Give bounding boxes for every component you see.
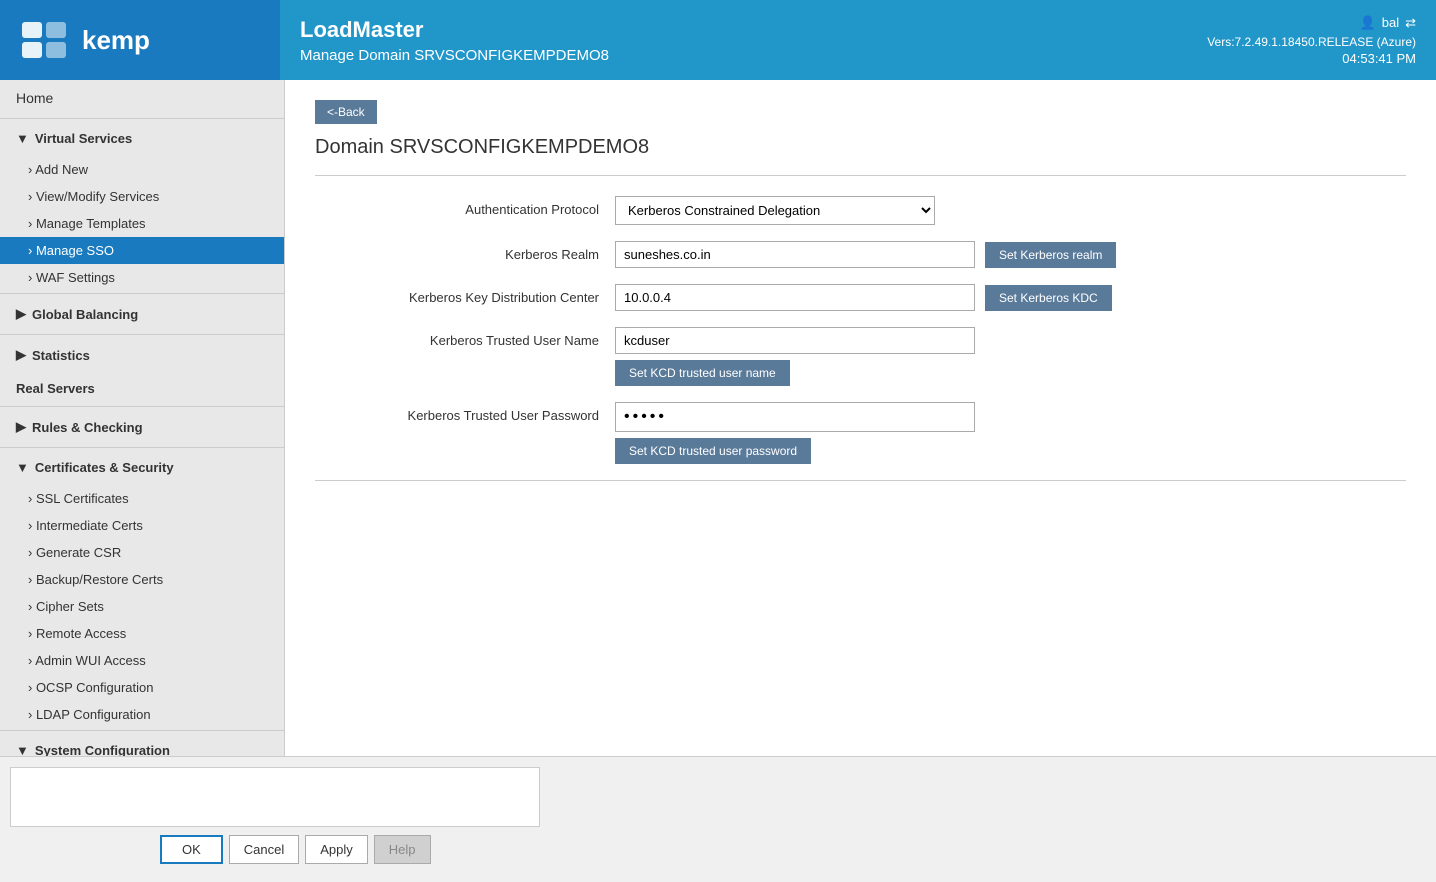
sidebar-item-cipher-sets[interactable]: › Cipher Sets — [0, 593, 284, 620]
sidebar-item-manage-templates[interactable]: › Manage Templates — [0, 210, 284, 237]
sidebar-item-ssl-certs[interactable]: › SSL Certificates — [0, 485, 284, 512]
set-kcd-user-button[interactable]: Set KCD trusted user name — [615, 360, 790, 386]
set-kerberos-realm-button[interactable]: Set Kerberos realm — [985, 242, 1116, 268]
share-icon: ⇄ — [1405, 15, 1416, 31]
domain-title: Domain SRVSCONFIGKEMPDEMO8 — [315, 136, 1406, 159]
set-kerberos-kdc-button[interactable]: Set Kerberos KDC — [985, 285, 1112, 311]
kerberos-kdc-input[interactable] — [615, 284, 975, 311]
kerberos-pass-control: Set KCD trusted user password — [615, 402, 1406, 464]
version-info: Vers:7.2.49.1.18450.RELEASE (Azure) — [1207, 35, 1416, 49]
header-title-area: LoadMaster Manage Domain SRVSCONFIGKEMPD… — [280, 0, 1116, 80]
sidebar-section-statistics[interactable]: ▶ Statistics — [0, 337, 284, 373]
logo-text: kemp — [82, 25, 150, 56]
kerberos-kdc-row: Kerberos Key Distribution Center Set Ker… — [315, 284, 1406, 311]
sidebar-home[interactable]: Home — [0, 80, 284, 116]
kerberos-pass-label: Kerberos Trusted User Password — [315, 402, 615, 423]
back-button[interactable]: <-Back — [315, 100, 377, 124]
main-wrapper: Home ▼ Virtual Services › Add New › View… — [0, 80, 1436, 756]
main-content: <-Back Domain SRVSCONFIGKEMPDEMO8 Authen… — [285, 80, 1436, 756]
user-info: 👤 bal ⇄ — [1360, 15, 1416, 31]
kerberos-realm-control: Set Kerberos realm — [615, 241, 1406, 268]
sidebar-rules-label: Rules & Checking — [32, 420, 143, 435]
sidebar-section-global-balancing[interactable]: ▶ Global Balancing — [0, 296, 284, 332]
bottom-frame — [10, 767, 540, 827]
sidebar-section-rules[interactable]: ▶ Rules & Checking — [0, 409, 284, 445]
sidebar-item-add-new[interactable]: › Add New — [0, 156, 284, 183]
page-subtitle: Manage Domain SRVSCONFIGKEMPDEMO8 — [300, 47, 1096, 64]
sidebar-item-remote-access[interactable]: › Remote Access — [0, 620, 284, 647]
kerberos-realm-input[interactable] — [615, 241, 975, 268]
kerberos-pass-input[interactable] — [615, 402, 975, 432]
sidebar-item-view-modify[interactable]: › View/Modify Services — [0, 183, 284, 210]
sidebar-item-manage-sso[interactable]: › Manage SSO — [0, 237, 284, 264]
sidebar-certs-label: Certificates & Security — [35, 460, 174, 475]
sidebar-system-label: System Configuration — [35, 743, 170, 756]
kerberos-user-label: Kerberos Trusted User Name — [315, 327, 615, 348]
ok-button[interactable]: OK — [160, 835, 223, 864]
header: kemp LoadMaster Manage Domain SRVSCONFIG… — [0, 0, 1436, 80]
auth-protocol-label: Authentication Protocol — [315, 196, 615, 217]
current-time: 04:53:41 PM — [1342, 51, 1416, 66]
chevron-down-icon-certs: ▼ — [16, 460, 29, 475]
chevron-right-icon: ▶ — [16, 306, 26, 322]
user-icon: 👤 — [1360, 15, 1376, 31]
auth-protocol-row: Authentication Protocol Kerberos Constra… — [315, 196, 1406, 225]
sidebar-item-ldap[interactable]: › LDAP Configuration — [0, 701, 284, 728]
bottom-bar: OK Cancel Apply Help — [0, 756, 1436, 882]
sidebar-global-label: Global Balancing — [32, 307, 138, 322]
kemp-logo-icon — [20, 20, 70, 60]
sidebar-item-admin-wui[interactable]: › Admin WUI Access — [0, 647, 284, 674]
kerberos-kdc-control: Set Kerberos KDC — [615, 284, 1406, 311]
section-divider-bottom — [315, 480, 1406, 481]
auth-protocol-control: Kerberos Constrained Delegation NTLM Bas… — [615, 196, 1406, 225]
kerberos-realm-row: Kerberos Realm Set Kerberos realm — [315, 241, 1406, 268]
apply-button[interactable]: Apply — [305, 835, 368, 864]
sidebar-section-label: Virtual Services — [35, 131, 132, 146]
logo-area: kemp — [0, 0, 280, 80]
sidebar-item-waf-settings[interactable]: › WAF Settings — [0, 264, 284, 291]
kerberos-kdc-label: Kerberos Key Distribution Center — [315, 284, 615, 305]
kerberos-user-row: Kerberos Trusted User Name Set KCD trust… — [315, 327, 1406, 386]
cancel-button[interactable]: Cancel — [229, 835, 299, 864]
auth-protocol-select[interactable]: Kerberos Constrained Delegation NTLM Bas… — [615, 196, 935, 225]
sidebar-stats-label: Statistics — [32, 348, 90, 363]
sidebar-section-virtual-services[interactable]: ▼ Virtual Services — [0, 121, 284, 156]
username: bal — [1382, 15, 1399, 30]
sidebar-section-certs[interactable]: ▼ Certificates & Security — [0, 450, 284, 485]
bottom-buttons: OK Cancel Apply Help — [140, 827, 1436, 872]
kerberos-pass-row: Kerberos Trusted User Password Set KCD t… — [315, 402, 1406, 464]
sidebar-section-system[interactable]: ▼ System Configuration — [0, 733, 284, 756]
sidebar-item-ocsp[interactable]: › OCSP Configuration — [0, 674, 284, 701]
chevron-right-icon-rules: ▶ — [16, 419, 26, 435]
sidebar-item-real-servers[interactable]: Real Servers — [0, 373, 284, 404]
section-divider-top — [315, 175, 1406, 176]
kerberos-realm-label: Kerberos Realm — [315, 241, 615, 262]
kerberos-user-input[interactable] — [615, 327, 975, 354]
kerberos-user-control: Set KCD trusted user name — [615, 327, 1406, 386]
sidebar: Home ▼ Virtual Services › Add New › View… — [0, 80, 285, 756]
chevron-down-icon-system: ▼ — [16, 743, 29, 756]
chevron-right-icon-stats: ▶ — [16, 347, 26, 363]
sidebar-item-generate-csr[interactable]: › Generate CSR — [0, 539, 284, 566]
sidebar-item-backup-certs[interactable]: › Backup/Restore Certs — [0, 566, 284, 593]
header-right: 👤 bal ⇄ Vers:7.2.49.1.18450.RELEASE (Azu… — [1116, 0, 1436, 80]
set-kcd-pass-button[interactable]: Set KCD trusted user password — [615, 438, 811, 464]
chevron-down-icon: ▼ — [16, 131, 29, 146]
app-name: LoadMaster — [300, 17, 1096, 43]
help-button[interactable]: Help — [374, 835, 431, 864]
sidebar-item-intermediate-certs[interactable]: › Intermediate Certs — [0, 512, 284, 539]
